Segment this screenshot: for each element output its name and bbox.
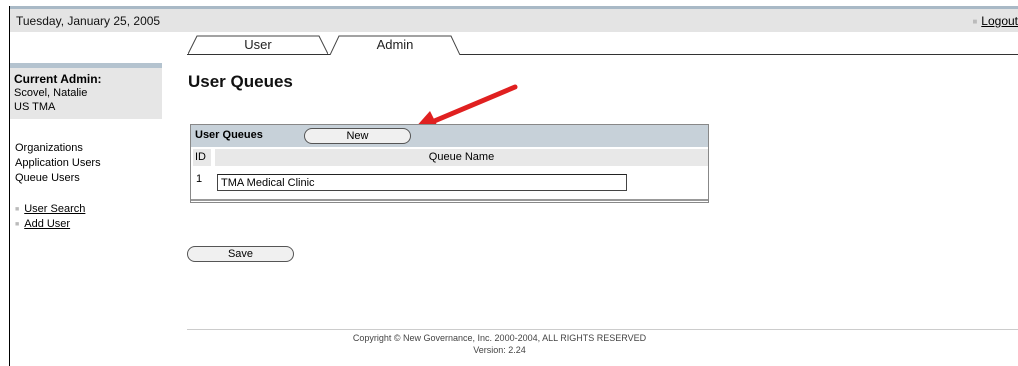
current-admin-name: Scovel, Natalie (14, 87, 88, 99)
tab-admin[interactable]: Admin (330, 35, 460, 55)
add-user-link[interactable]: Add User (24, 218, 70, 230)
bullet-icon: ■ (972, 17, 978, 26)
nav-item-application-users[interactable]: Application Users (15, 156, 101, 171)
sub-nav-row: ■ User Search (15, 202, 85, 217)
logout-link[interactable]: Logout (981, 14, 1018, 28)
sub-nav-row: ■ Add User (15, 217, 85, 232)
user-queues-table: User Queues New ID Queue Name 1 (190, 124, 709, 203)
current-date: Tuesday, January 25, 2005 (16, 14, 161, 28)
footer: Copyright © New Governance, Inc. 2000-20… (187, 332, 1018, 356)
footer-divider (187, 329, 1018, 330)
bullet-icon: ■ (15, 221, 20, 228)
tab-user-label: User (244, 37, 272, 52)
table-column-headers: ID Queue Name (191, 149, 708, 166)
current-admin-box: Current Admin: Scovel, Natalie US TMA (10, 63, 162, 119)
save-button[interactable]: Save (187, 246, 294, 262)
tab-user[interactable]: User (188, 35, 328, 55)
column-header-queue-name: Queue Name (215, 149, 708, 166)
top-bar: Tuesday, January 25, 2005 ■ Logout (10, 6, 1018, 32)
user-search-link[interactable]: User Search (24, 203, 85, 215)
queue-name-input[interactable] (217, 174, 627, 191)
tab-baseline (187, 54, 1018, 55)
version-text: Version: 2.24 (473, 345, 526, 355)
table-header-bar: User Queues New (191, 125, 708, 147)
bullet-icon: ■ (15, 206, 20, 213)
table-row: 1 (191, 169, 708, 195)
table-header-label: User Queues (195, 129, 263, 141)
column-header-id: ID (193, 149, 211, 166)
table-bottom-rule (191, 199, 708, 201)
nav-item-organizations[interactable]: Organizations (15, 141, 101, 156)
nav-item-queue-users[interactable]: Queue Users (15, 171, 101, 186)
current-admin-org: US TMA (14, 101, 56, 113)
new-button[interactable]: New (304, 128, 411, 144)
tab-admin-label: Admin (376, 37, 414, 52)
left-frame-border (9, 6, 10, 366)
page-title: User Queues (188, 72, 293, 91)
row-id: 1 (196, 173, 203, 185)
current-admin-title: Current Admin: (14, 72, 102, 86)
user-sub-nav: ■ User Search ■ Add User (15, 202, 85, 232)
admin-nav: Organizations Application Users Queue Us… (15, 141, 101, 186)
logout-area: ■ Logout (972, 14, 1018, 28)
copyright-text: Copyright © New Governance, Inc. 2000-20… (352, 333, 647, 343)
